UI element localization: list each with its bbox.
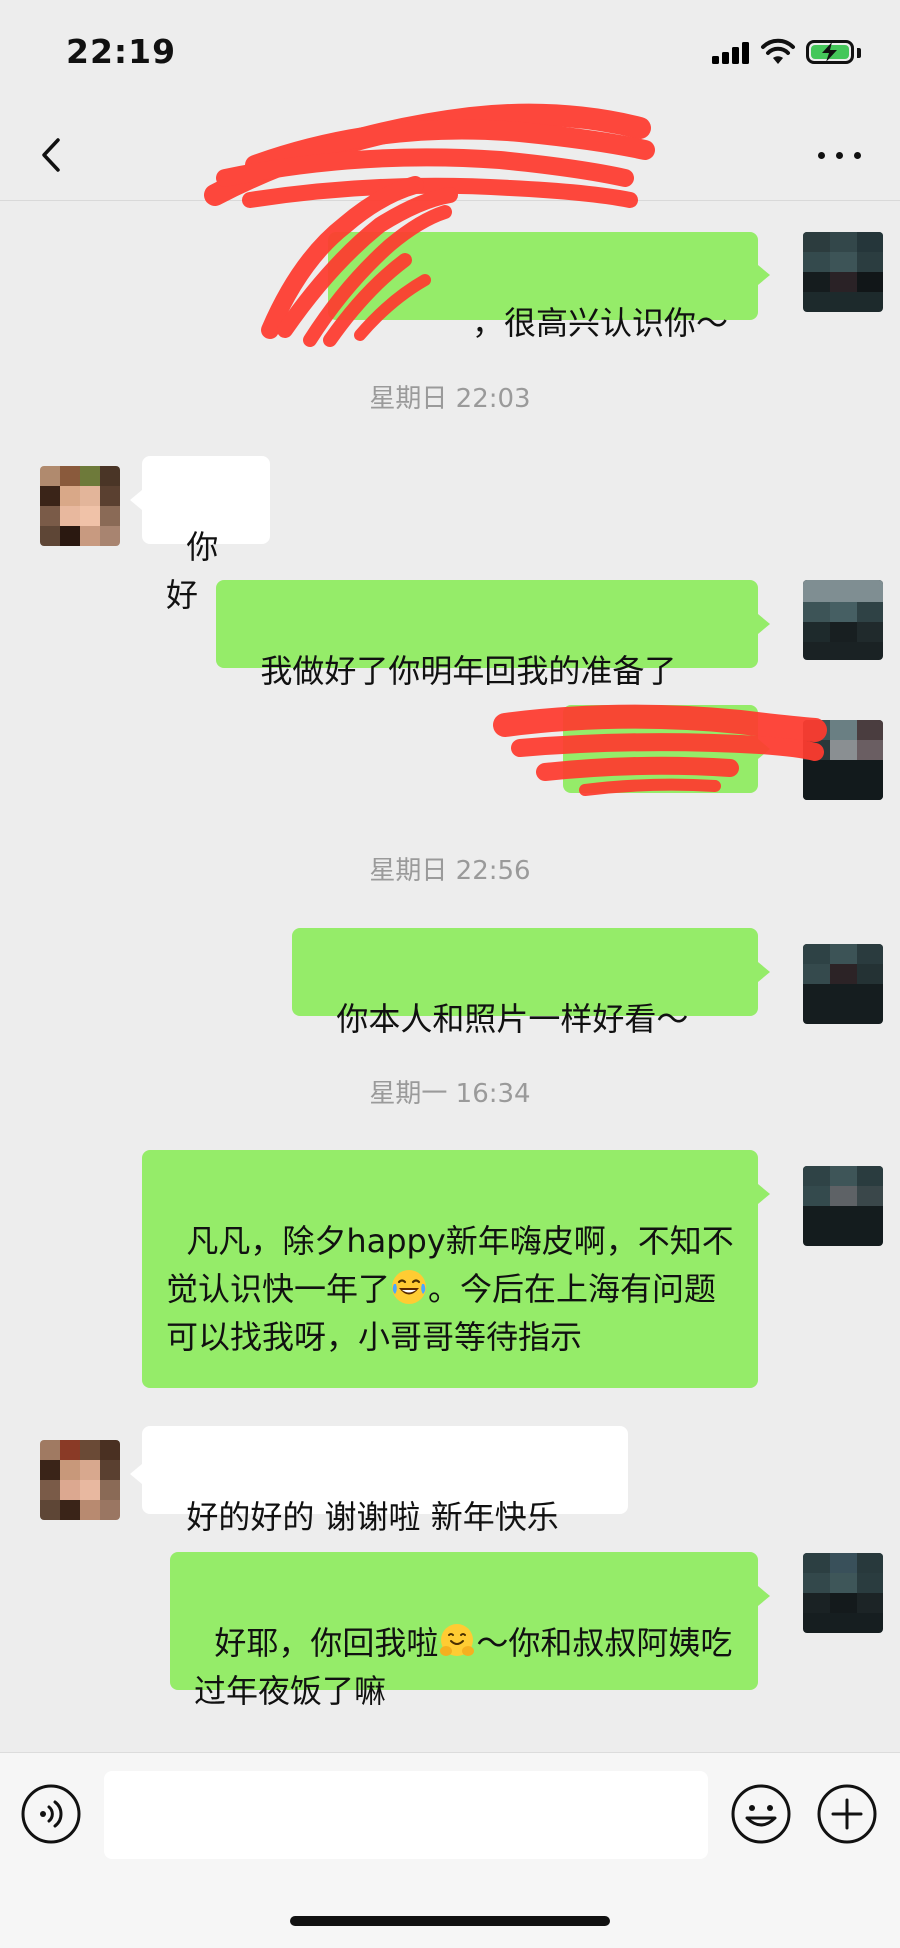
- smiley-icon[interactable]: [730, 1783, 792, 1845]
- home-indicator[interactable]: [290, 1916, 610, 1926]
- cellular-signal-icon: [712, 42, 752, 64]
- outgoing-message[interactable]: 好耶，你回我啦 ～你和叔叔阿姨吃过年夜饭了嘛: [170, 1552, 758, 1710]
- outgoing-message[interactable]: 我做好了你明年回我的准备了: [216, 580, 758, 690]
- my-avatar[interactable]: [803, 944, 883, 1024]
- outgoing-message[interactable]: 你本人和照片一样好看～: [292, 928, 758, 1038]
- chevron-left-icon[interactable]: [28, 130, 78, 180]
- charging-bolt-icon: [822, 42, 837, 62]
- message-text: 好的好的 谢谢啦 新年快乐: [186, 1498, 559, 1536]
- incoming-message[interactable]: 好的好的 谢谢啦 新年快乐: [142, 1426, 628, 1536]
- my-avatar[interactable]: [803, 580, 883, 660]
- my-avatar[interactable]: [803, 1553, 883, 1633]
- my-avatar[interactable]: [803, 720, 883, 800]
- timestamp: 星期一 16:34: [369, 1079, 531, 1109]
- wifi-icon: [761, 38, 795, 64]
- face-with-tears-of-joy-icon: [392, 1270, 427, 1304]
- chat-header: [0, 110, 900, 201]
- hugging-face-icon: [440, 1624, 475, 1656]
- outgoing-message[interactable]: ，很高兴认识你～: [328, 232, 758, 342]
- outgoing-message[interactable]: 凡凡，除夕happy新年嗨皮啊，不知不觉认识快一年了 。今后在上海有问题可以找我…: [142, 1150, 758, 1388]
- voice-icon[interactable]: [20, 1783, 82, 1845]
- contact-avatar[interactable]: [40, 466, 120, 546]
- message-text: 你好: [166, 528, 219, 614]
- outgoing-message[interactable]: [563, 705, 758, 793]
- contact-avatar[interactable]: [40, 1440, 120, 1520]
- message-input[interactable]: [104, 1771, 708, 1859]
- my-avatar[interactable]: [803, 1166, 883, 1246]
- plus-circle-icon[interactable]: [816, 1783, 878, 1845]
- message-text: 你本人和照片一样好看～: [336, 1000, 689, 1038]
- more-horizontal-icon[interactable]: [810, 130, 870, 180]
- message-text: ，很高兴认识你～: [471, 304, 728, 342]
- chat-title: [250, 130, 650, 180]
- message-text: 好耶，你回我啦: [214, 1624, 439, 1662]
- incoming-message[interactable]: 你好: [142, 456, 270, 614]
- my-avatar[interactable]: [803, 232, 883, 312]
- status-bar: 22:19: [0, 0, 900, 110]
- timestamp: 星期日 22:03: [369, 384, 531, 414]
- status-time: 22:19: [66, 32, 177, 71]
- timestamp: 星期日 22:56: [369, 856, 531, 886]
- message-text: 我做好了你明年回我的准备了: [260, 652, 677, 690]
